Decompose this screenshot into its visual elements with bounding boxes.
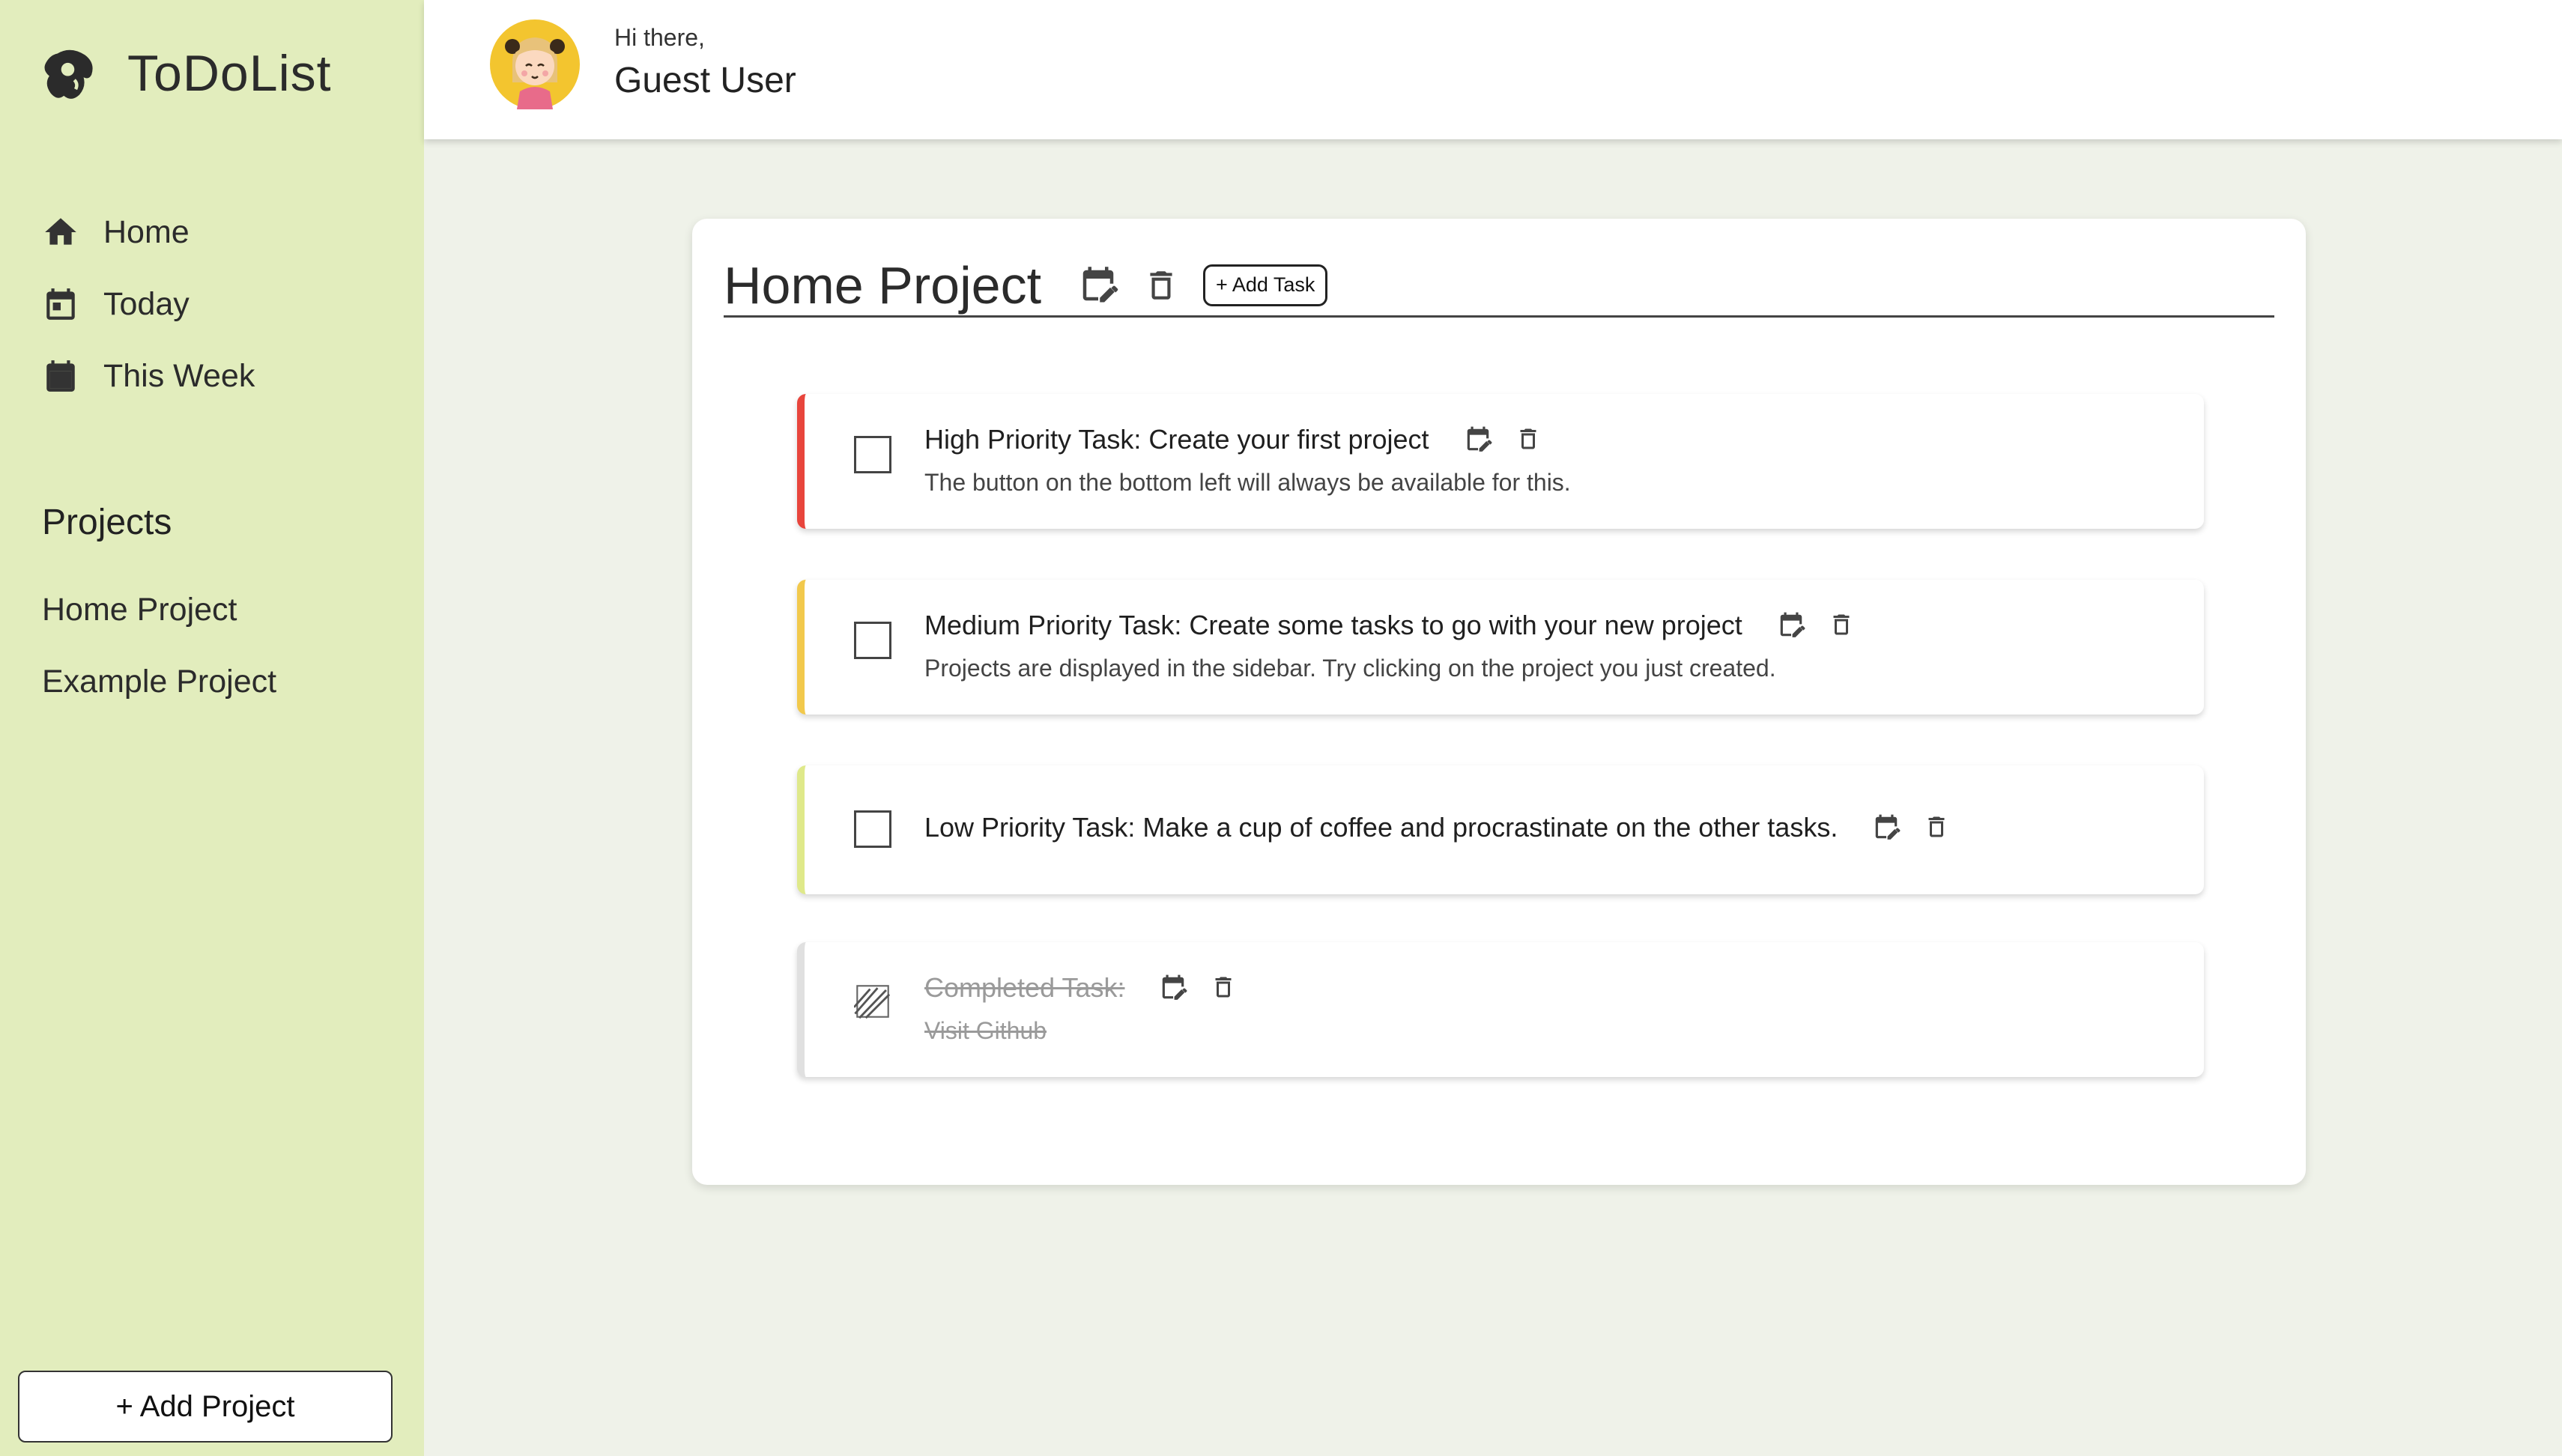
nav-label: Today [103,285,190,322]
project-card: Home Project + Add Task High Priority Ta… [692,219,2306,1185]
task-checkbox[interactable] [854,436,891,473]
task-title: Low Priority Task: Make a cup of coffee … [924,812,1838,843]
task-title: High Priority Task: Create your first pr… [924,424,1429,455]
main-nav: Home Today This Week [42,196,255,412]
calendar-week-icon [46,360,75,392]
nav-label: Home [103,213,190,250]
calendar-today-icon [42,285,79,323]
edit-task-icon[interactable] [1777,611,1805,640]
edit-project-icon[interactable] [1077,264,1119,306]
nav-label: This Week [103,357,255,394]
add-project-button[interactable]: + Add Project [18,1371,393,1443]
greeting: Hi there, [614,24,705,51]
task-item: Low Priority Task: Make a cup of coffee … [797,765,2204,894]
avatar[interactable] [490,19,580,109]
home-icon [45,218,76,245]
task-item: High Priority Task: Create your first pr… [797,394,2204,529]
logo-icon [44,49,93,99]
sidebar: ToDoList Home Today This Week Projects H… [0,0,424,1456]
sidebar-item-example-project[interactable]: Example Project [42,646,276,718]
project-list: Home Project Example Project [42,574,276,718]
nav-item-home[interactable]: Home [42,196,255,268]
task-title: Completed Task: [924,972,1125,1003]
task-item-completed: Completed Task: Visit Github [797,942,2204,1077]
projects-heading: Projects [42,503,172,542]
nav-item-this-week[interactable]: This Week [42,340,255,412]
add-task-button[interactable]: + Add Task [1203,264,1328,306]
sidebar-item-home-project[interactable]: Home Project [42,574,276,646]
project-header: Home Project + Add Task [724,255,2274,318]
page-title: Home Project [724,255,1042,315]
delete-task-icon[interactable] [1923,813,1951,842]
nav-item-today[interactable]: Today [42,268,255,340]
edit-task-icon[interactable] [1464,425,1492,454]
completed-checkbox-icon[interactable] [854,983,891,1020]
task-title-row: Completed Task: [924,972,1238,1004]
brand: ToDoList [37,40,332,106]
task-description: Visit Github [924,1017,1047,1044]
task-title-row: Medium Priority Task: Create some tasks … [924,610,1856,641]
user-name: Guest User [614,61,796,100]
task-item: Medium Priority Task: Create some tasks … [797,580,2204,715]
task-checkbox[interactable] [854,622,891,659]
task-title: Medium Priority Task: Create some tasks … [924,610,1742,640]
task-title-row: Low Priority Task: Make a cup of coffee … [924,812,1951,843]
delete-task-icon[interactable] [1210,974,1238,1002]
delete-task-icon[interactable] [1828,611,1856,640]
header: Hi there, Guest User [424,0,2562,139]
app-name: ToDoList [127,45,332,102]
delete-task-icon[interactable] [1515,425,1543,454]
delete-project-icon[interactable] [1140,264,1182,306]
task-description: The button on the bottom left will alway… [924,469,1571,496]
task-title-row: High Priority Task: Create your first pr… [924,424,1543,455]
task-description: Projects are displayed in the sidebar. T… [924,655,1776,682]
task-checkbox[interactable] [854,810,891,848]
edit-task-icon[interactable] [1872,813,1901,842]
edit-task-icon[interactable] [1159,974,1187,1002]
